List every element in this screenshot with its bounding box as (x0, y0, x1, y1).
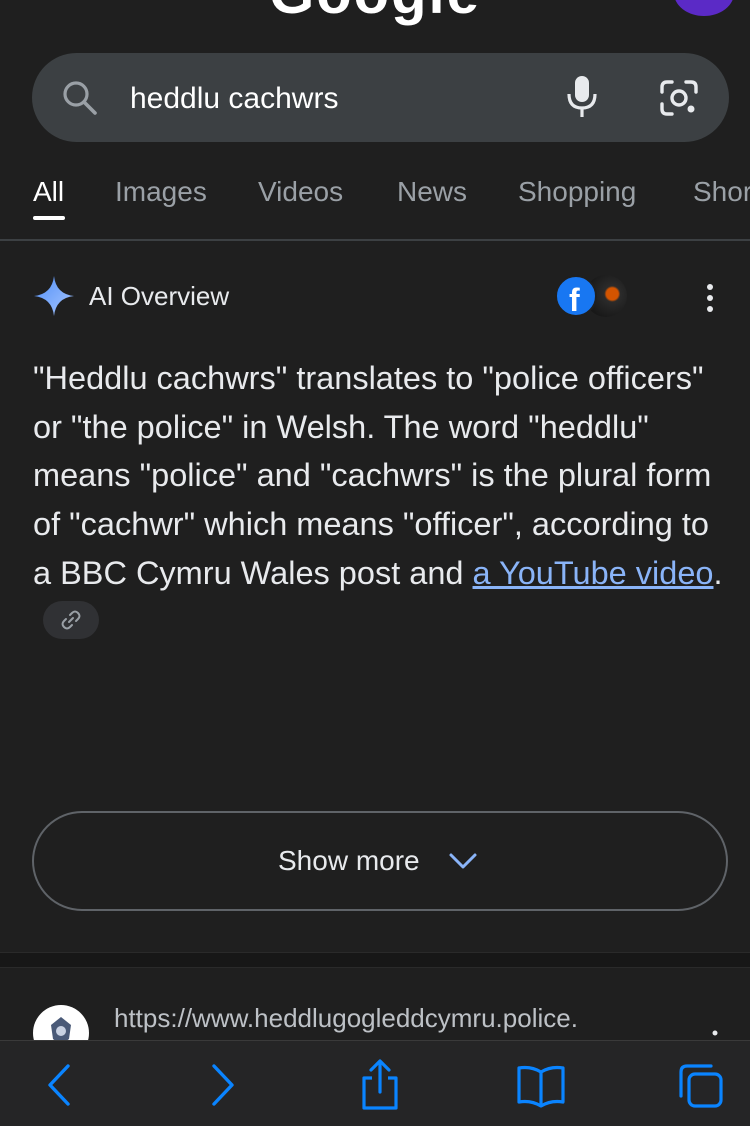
ai-sparkle-icon (34, 276, 74, 316)
more-options-icon[interactable] (698, 281, 722, 315)
tabs-divider (0, 239, 750, 241)
youtube-video-link[interactable]: a YouTube video (473, 555, 714, 591)
search-input[interactable]: heddlu cachwrs (130, 80, 338, 118)
source-links-button[interactable] (43, 600, 99, 639)
share-icon[interactable] (358, 1058, 402, 1112)
tab-images[interactable]: Images (115, 170, 207, 214)
google-logo[interactable]: Google (0, 0, 750, 27)
chevron-down-icon[interactable] (448, 848, 478, 874)
search-icon (63, 81, 97, 115)
ai-overview-period: . (713, 554, 723, 591)
section-separator (0, 952, 750, 968)
ai-overview-text: "Heddlu cachwrs" translates to "police o… (33, 354, 723, 646)
link-icon (61, 610, 81, 630)
tab-videos[interactable]: Videos (258, 170, 343, 214)
tabs-overview-icon[interactable] (677, 1062, 725, 1110)
google-lens-icon[interactable] (658, 78, 700, 118)
back-arrow-icon[interactable] (44, 1062, 74, 1108)
tab-shorts[interactable]: Shor (693, 170, 750, 214)
tab-news[interactable]: News (397, 170, 467, 214)
active-tab-indicator (33, 216, 65, 220)
bookmarks-icon[interactable] (515, 1064, 567, 1108)
microphone-icon[interactable] (565, 74, 599, 120)
show-more-label[interactable]: Show more (278, 843, 420, 879)
search-tabs: All Images Videos News Shopping Shor (0, 170, 750, 214)
result-url[interactable]: https://www.heddlugogleddcymru.police. (114, 1000, 578, 1036)
ai-overview-title: AI Overview (89, 281, 230, 311)
forward-arrow-icon[interactable] (208, 1062, 238, 1108)
facebook-icon[interactable]: f (555, 275, 597, 318)
tab-all[interactable]: All (33, 170, 64, 214)
tab-shopping[interactable]: Shopping (518, 170, 636, 214)
